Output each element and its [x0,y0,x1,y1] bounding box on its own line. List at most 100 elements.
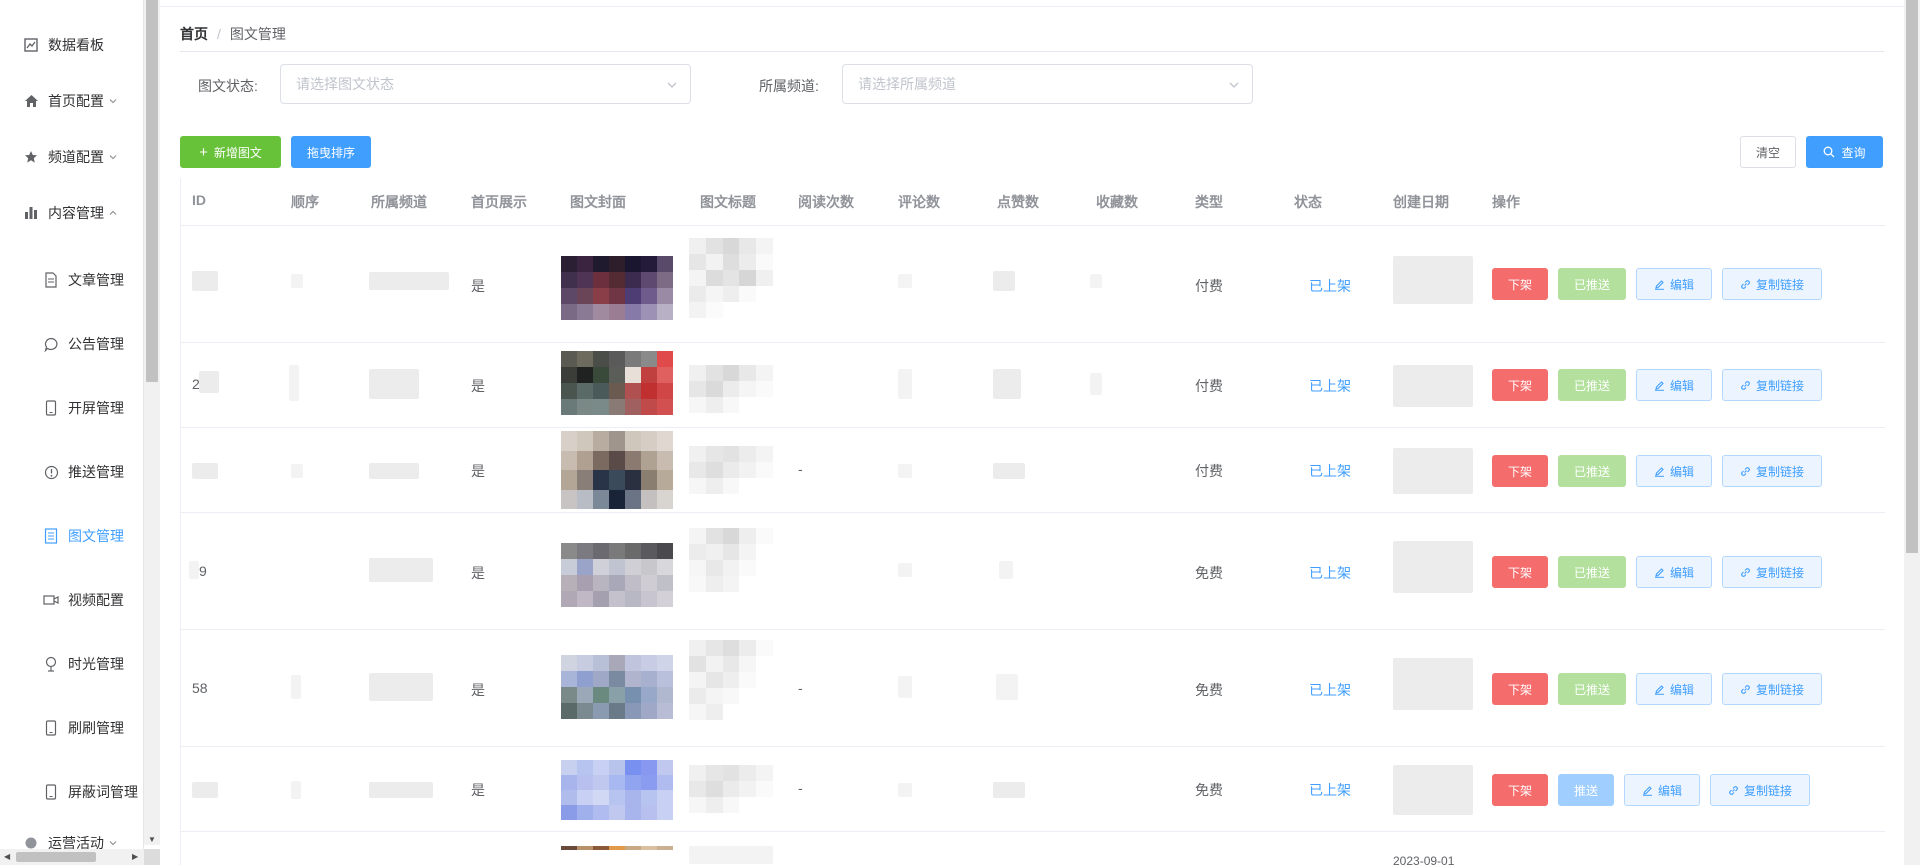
edit-button[interactable]: 编辑 [1636,268,1712,300]
column-header: 状态 [1294,194,1322,210]
take-down-button[interactable]: 下架 [1492,268,1548,300]
clear-button[interactable]: 清空 [1740,136,1796,168]
copy-link-button[interactable]: 复制链接 [1722,268,1822,300]
redacted-channel [369,272,449,290]
app-root: 数据看板 首页配置 频道配置 内容管理 文章管理 公告管理 开屏管理 推送管理 … [0,0,1920,865]
sidebar-item-timeline[interactable]: 时光管理 [0,644,142,684]
query-label: 查询 [1841,145,1866,160]
edit-button[interactable]: 编辑 [1624,774,1700,806]
add-graphic-button[interactable]: + 新增图文 [180,136,281,168]
bar-chart-icon [23,205,39,221]
sidebar-hscroll-thumb[interactable] [16,852,96,862]
redacted-date [1393,448,1473,494]
link-icon [1741,380,1750,390]
link-icon [1729,785,1738,795]
status-select[interactable]: 请选择图文状态 [280,64,691,104]
status-value[interactable]: 已上架 [1309,780,1351,800]
status-value[interactable]: 已上架 [1309,376,1351,396]
copy-link-button[interactable]: 复制链接 [1722,673,1822,705]
redacted-channel [369,782,433,798]
sidebar-item-label: 文章管理 [68,272,124,288]
redacted-id [189,561,199,579]
status-value[interactable]: 已上架 [1309,461,1351,481]
sidebar-item-content-management[interactable]: 内容管理 [0,193,142,233]
sidebar-item-push[interactable]: 推送管理 [0,452,142,492]
sidebar-item-channel-config[interactable]: 频道配置 [0,137,142,177]
push-button[interactable]: 推送 [1558,774,1614,806]
main-scroll-thumb[interactable] [1906,0,1918,553]
edit-button[interactable]: 编辑 [1636,556,1712,588]
take-down-button[interactable]: 下架 [1492,673,1548,705]
sidebar-item-label: 时光管理 [68,656,124,672]
take-down-button[interactable]: 下架 [1492,369,1548,401]
edit-icon [1654,380,1664,391]
scroll-down-arrow-icon[interactable]: ▼ [148,836,156,844]
sidebar-item-graphics[interactable]: 图文管理 [0,516,142,556]
cover-thumbnail [561,431,673,509]
column-header: 首页展示 [471,194,527,210]
status-value[interactable]: 已上架 [1309,276,1351,296]
pushed-button: 已推送 [1558,673,1626,705]
copy-link-label: 复制链接 [1755,464,1804,479]
redacted-comments [898,464,912,478]
document-icon [43,272,59,288]
copy-link-button[interactable]: 复制链接 [1722,455,1822,487]
breadcrumb-home[interactable]: 首页 [180,24,208,44]
home-display-value: 是 [471,463,485,479]
take-down-button[interactable]: 下架 [1492,556,1548,588]
link-icon [1741,466,1750,476]
redacted-order [289,365,299,401]
take-down-label: 下架 [1507,682,1532,697]
redacted-title [689,528,773,592]
sidebar-scroll-thumb[interactable] [146,0,158,382]
edit-button[interactable]: 编辑 [1636,369,1712,401]
status-value[interactable]: 已上架 [1309,563,1351,583]
redacted-comments [898,274,912,288]
scroll-left-arrow-icon[interactable]: ◀ [4,853,10,861]
sidebar-item-articles[interactable]: 文章管理 [0,260,142,300]
copy-link-button[interactable]: 复制链接 [1710,774,1810,806]
sidebar-item-announcements[interactable]: 公告管理 [0,324,142,364]
redacted-date [1393,765,1473,815]
column-header: 类型 [1195,194,1223,210]
query-button[interactable]: 查询 [1806,136,1883,168]
pushed-label: 已推送 [1573,565,1610,580]
sidebar-item-label: 屏蔽词管理 [68,784,138,800]
scroll-right-arrow-icon[interactable]: ▶ [132,853,138,861]
chevron-down-icon [108,152,118,162]
sidebar-item-video[interactable]: 视频配置 [0,580,142,620]
sidebar-item-splash[interactable]: 开屏管理 [0,388,142,428]
redacted-likes [993,782,1025,798]
status-value[interactable]: 已上架 [1309,680,1351,700]
sidebar-item-dashboard[interactable]: 数据看板 [0,25,142,65]
take-down-button[interactable]: 下架 [1492,455,1548,487]
column-header: 所属频道 [371,194,427,210]
sidebar-item-shuashua[interactable]: 刷刷管理 [0,708,142,748]
info-circle-icon [43,464,59,480]
drag-sort-button[interactable]: 拖曳排序 [291,136,371,168]
take-down-button[interactable]: 下架 [1492,774,1548,806]
copy-link-button[interactable]: 复制链接 [1722,369,1822,401]
sidebar-item-label: 视频配置 [68,592,124,608]
channel-select[interactable]: 请选择所属频道 [842,64,1253,104]
sidebar-item-blocked-words[interactable]: 屏蔽词管理 [0,772,142,812]
redacted-likes [993,271,1015,291]
sidebar-item-home-config[interactable]: 首页配置 [0,81,142,121]
redacted-title [689,640,773,720]
redacted-order [291,274,303,288]
chevron-down-icon [108,96,118,106]
chevron-up-icon [108,208,118,218]
edit-button[interactable]: 编辑 [1636,673,1712,705]
redacted-order [291,781,301,799]
type-value: 免费 [1195,682,1223,698]
edit-icon [1642,785,1652,796]
edit-icon [1654,567,1664,578]
take-down-label: 下架 [1507,277,1532,292]
copy-link-button[interactable]: 复制链接 [1722,556,1822,588]
edit-button[interactable]: 编辑 [1636,455,1712,487]
channel-select-placeholder: 请选择所属频道 [858,76,956,92]
sidebar-item-label: 频道配置 [48,149,104,165]
breadcrumb-divider [180,51,1884,52]
status-select-placeholder: 请选择图文状态 [296,76,394,92]
mobile-icon [43,400,59,416]
